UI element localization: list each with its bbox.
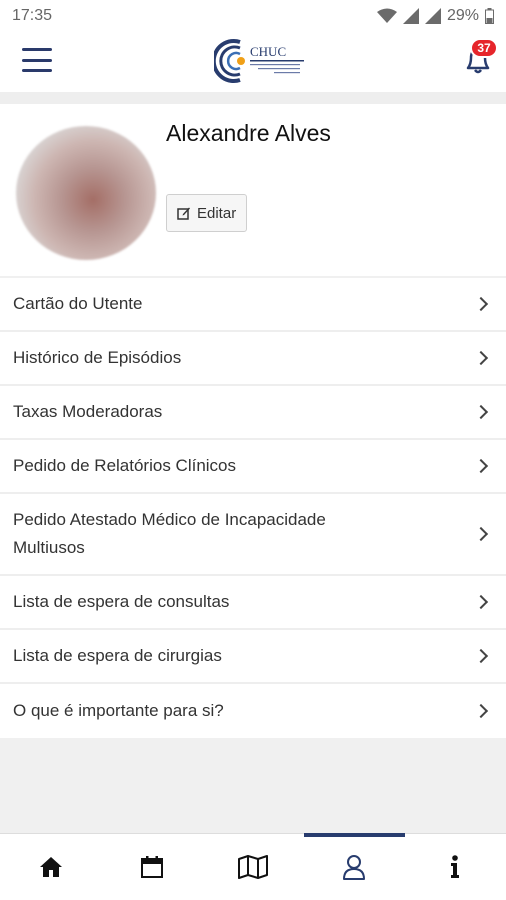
status-time: 17:35 [12, 7, 53, 24]
menu-item-label: Taxas Moderadoras [13, 402, 163, 421]
map-icon [238, 855, 268, 879]
user-icon [343, 855, 366, 880]
edit-profile-button[interactable]: Editar [166, 194, 248, 232]
menu-item-label: Cartão do Utente [13, 294, 143, 313]
battery-icon [485, 8, 494, 24]
edit-label: Editar [197, 204, 237, 222]
calendar-icon [140, 856, 163, 878]
menu-item-label: O que é importante para si? [13, 701, 224, 720]
logo-text: CHUC [250, 44, 286, 59]
tab-info[interactable] [405, 834, 506, 900]
menu-item-label: Pedido de Relatórios Clínicos [13, 456, 237, 475]
menu-item-relatorios-clinicos[interactable]: Pedido de Relatórios Clínicos [0, 440, 506, 494]
battery-percent: 29% [446, 7, 479, 24]
menu-item-label: Histórico de Episódios [13, 348, 182, 367]
app-header: CHUC 37 [0, 32, 506, 92]
menu-item-espera-cirurgias[interactable]: Lista de espera de cirurgias [0, 630, 506, 684]
hamburger-menu-button[interactable] [22, 48, 52, 72]
chevron-right-icon [473, 350, 489, 366]
chuc-logo: CHUC [214, 39, 304, 83]
divider [0, 92, 506, 104]
chevron-right-icon [473, 296, 489, 312]
menu-item-atestado-medico[interactable]: Pedido Atestado Médico de Incapacidade M… [0, 494, 506, 576]
home-icon [39, 857, 62, 877]
profile-card: Alexandre Alves Editar [0, 104, 506, 276]
menu-item-historico-episodios[interactable]: Histórico de Episódios [0, 332, 506, 386]
chevron-right-icon [473, 526, 489, 542]
menu-item-espera-consultas[interactable]: Lista de espera de consultas [0, 576, 506, 630]
menu-item-label: Lista de espera de cirurgias [13, 646, 222, 665]
edit-icon [177, 207, 190, 220]
wifi-icon [376, 8, 397, 23]
signal-icon-2 [424, 8, 441, 24]
chevron-right-icon [473, 404, 489, 420]
menu-item-cartao-utente[interactable]: Cartão do Utente [0, 278, 506, 332]
tab-home[interactable] [0, 834, 101, 900]
menu-item-label: Lista de espera de consultas [13, 592, 230, 611]
bottom-navigation [0, 833, 506, 900]
tab-calendar[interactable] [101, 834, 202, 900]
menu-item-importante-para-si[interactable]: O que é importante para si? [0, 684, 506, 738]
info-icon [451, 855, 460, 878]
tab-map[interactable] [202, 834, 303, 900]
chevron-right-icon [473, 594, 489, 610]
chevron-right-icon [473, 648, 489, 664]
notification-badge: 37 [470, 38, 498, 58]
menu-item-label: Pedido Atestado Médico de Incapacidade M… [13, 510, 326, 557]
status-bar: 17:35 29% [0, 0, 506, 32]
signal-icon [402, 8, 419, 24]
tab-profile[interactable] [303, 833, 406, 900]
user-name: Alexandre Alves [166, 120, 331, 146]
avatar [16, 126, 156, 260]
menu-item-taxas-moderadoras[interactable]: Taxas Moderadoras [0, 386, 506, 440]
chevron-right-icon [473, 458, 489, 474]
menu-list: Cartão do Utente Histórico de Episódios … [0, 278, 506, 738]
chevron-right-icon [473, 703, 489, 719]
